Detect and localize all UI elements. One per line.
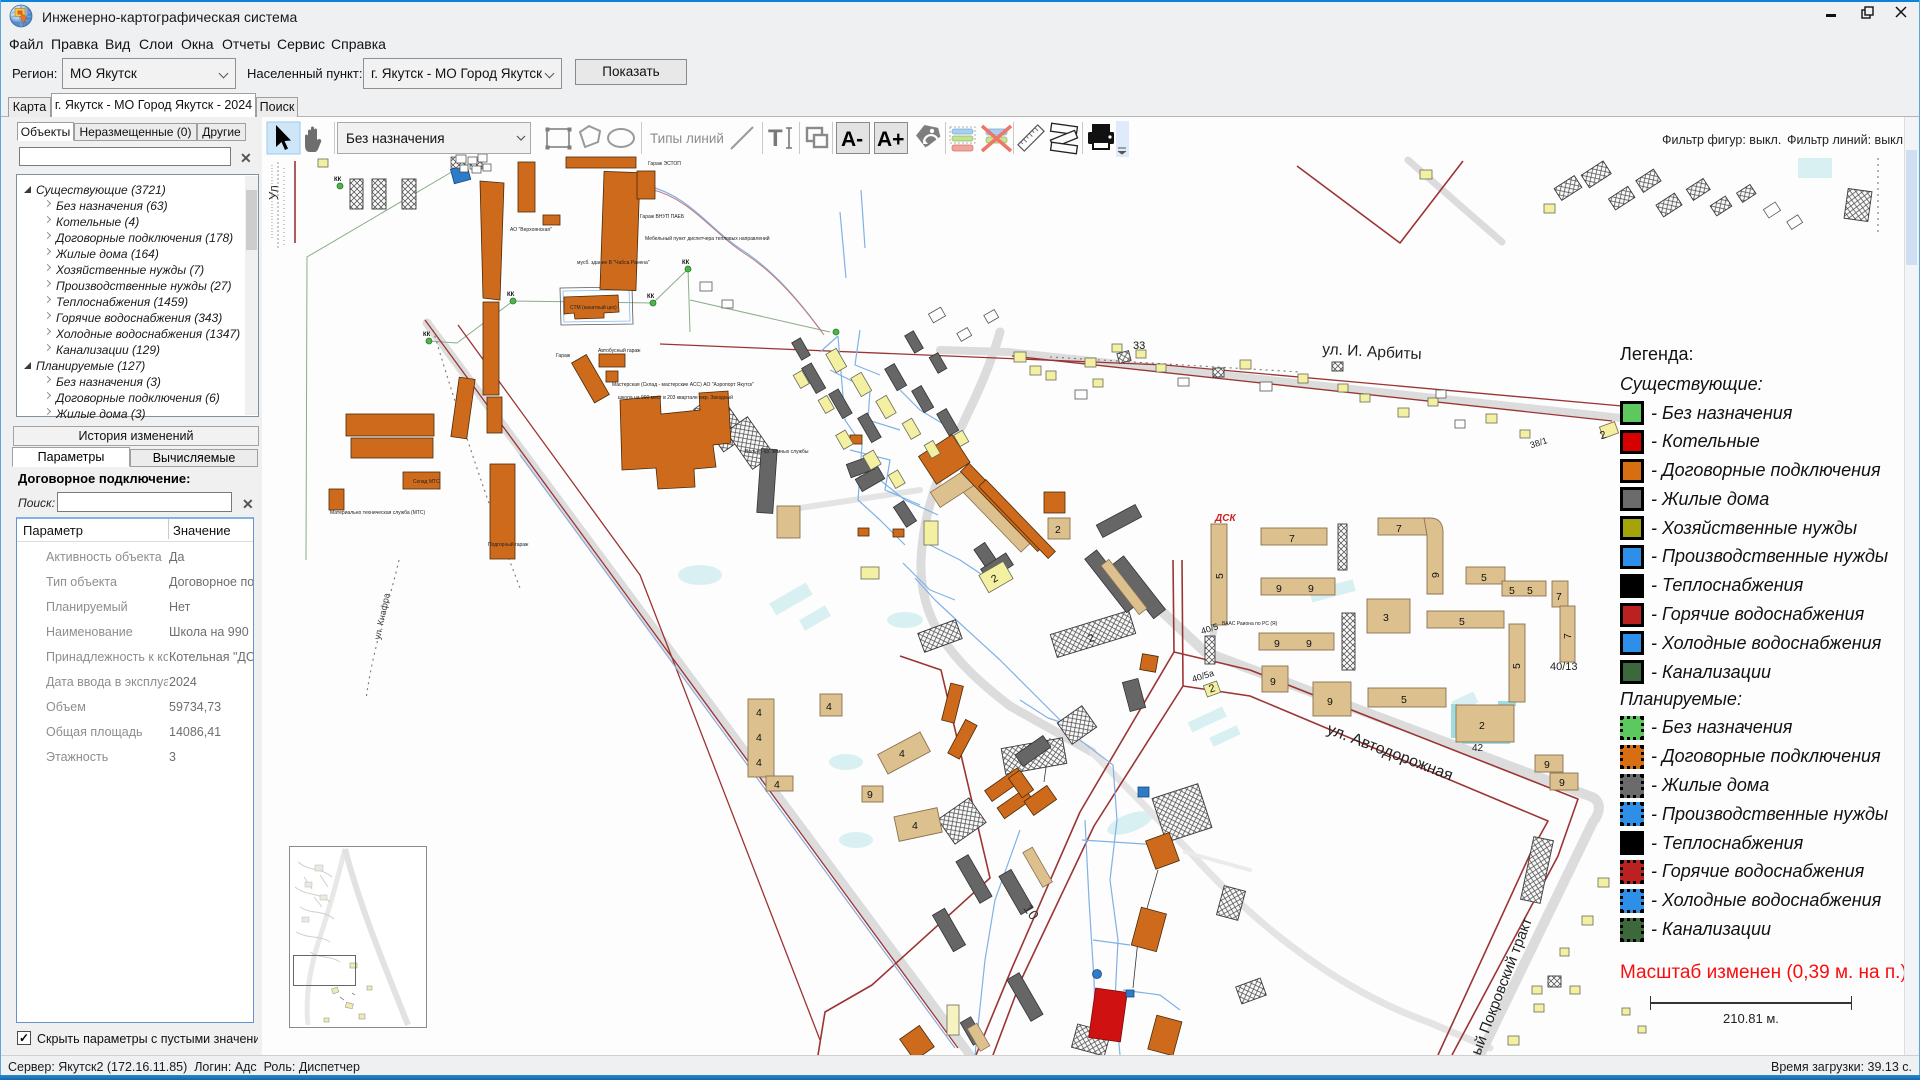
svg-text:5: 5 xyxy=(1481,572,1487,584)
svg-text:КК: КК xyxy=(507,292,515,298)
svg-text:школа на 990 мест в 203 кварта: школа на 990 мест в 203 квартале мкр. Зв… xyxy=(618,394,733,401)
svg-text:9: 9 xyxy=(867,789,873,801)
svg-text:Склад МТС: Склад МТС xyxy=(413,479,440,485)
svg-text:Подгорный гараж: Подгорный гараж xyxy=(488,541,529,548)
svg-text:4: 4 xyxy=(826,701,832,713)
svg-text:Мебельный пункт диспетчера теп: Мебельный пункт диспетчера тепловых напр… xyxy=(645,235,770,242)
svg-text:4: 4 xyxy=(756,732,762,744)
svg-text:ул. Автодорожная: ул. Автодорожная xyxy=(1325,721,1456,785)
svg-text:A-: A- xyxy=(841,128,863,151)
svg-text:9: 9 xyxy=(1306,638,1312,650)
svg-text:Автобусный гараж: Автобусный гараж xyxy=(598,347,641,354)
svg-text:9: 9 xyxy=(1430,572,1442,578)
svg-text:ДСК: ДСК xyxy=(1214,513,1236,524)
svg-text:9: 9 xyxy=(1274,638,1280,650)
svg-text:Ул: Ул xyxy=(266,185,281,200)
svg-text:9: 9 xyxy=(1544,759,1550,771)
svg-text:42: 42 xyxy=(1472,743,1484,754)
svg-text:40/13: 40/13 xyxy=(1550,661,1578,673)
svg-text:Типы линий: Типы линий xyxy=(650,131,724,146)
svg-text:7: 7 xyxy=(1289,533,1295,545)
svg-text:АО "Верхоянская": АО "Верхоянская" xyxy=(510,227,552,233)
svg-text:5: 5 xyxy=(1214,573,1226,579)
svg-text:33: 33 xyxy=(1133,340,1145,352)
svg-text:5: 5 xyxy=(1511,663,1523,669)
svg-text:Без назначения: Без назначения xyxy=(346,131,445,146)
svg-text:Мастерская (Склад - мастерские: Мастерская (Склад - мастерские АСС) АО "… xyxy=(612,382,754,388)
svg-text:5: 5 xyxy=(1509,585,1515,597)
svg-text:9: 9 xyxy=(1270,676,1276,688)
svg-text:5: 5 xyxy=(1527,585,1533,597)
svg-text:КК: КК xyxy=(647,294,655,300)
svg-text:4: 4 xyxy=(756,707,762,719)
svg-text:A+: A+ xyxy=(877,128,904,151)
svg-text:7: 7 xyxy=(1562,633,1574,639)
svg-text:9: 9 xyxy=(1276,583,1282,595)
svg-text:Гараж: Гараж xyxy=(556,353,571,359)
svg-text:7: 7 xyxy=(1556,591,1562,603)
svg-text:КК: КК xyxy=(423,332,431,338)
svg-text:Гараж ЭСТОП: Гараж ЭСТОП xyxy=(648,161,681,167)
svg-text:2: 2 xyxy=(1479,720,1485,732)
svg-text:T: T xyxy=(768,125,783,152)
svg-text:7: 7 xyxy=(1396,523,1402,535)
svg-text:Материально техническая служба: Материально техническая служба (МТС) xyxy=(330,510,426,516)
svg-text:4: 4 xyxy=(756,757,762,769)
svg-text:ВААС Раиона по РС (Я): ВААС Раиона по РС (Я) xyxy=(1222,621,1278,627)
svg-text:5: 5 xyxy=(1401,694,1407,706)
svg-text:КК: КК xyxy=(682,260,690,266)
svg-text:4: 4 xyxy=(774,779,780,791)
svg-text:4: 4 xyxy=(912,820,918,832)
svg-text:ул. Кнафра: ул. Кнафра xyxy=(372,592,392,640)
svg-text:ый Покровский тракт: ый Покровский тракт xyxy=(1468,915,1536,1055)
svg-text:5: 5 xyxy=(1459,616,1465,628)
svg-text:3: 3 xyxy=(1383,612,1389,624)
svg-text:Вольер Кр. земных службы: Вольер Кр. земных службы xyxy=(745,449,809,455)
svg-text:9: 9 xyxy=(1327,696,1333,708)
svg-text:38/1: 38/1 xyxy=(1529,435,1549,450)
svg-text:ул. И. Арбиты: ул. И. Арбиты xyxy=(1322,341,1422,363)
svg-text:4: 4 xyxy=(899,748,905,760)
svg-text:КК: КК xyxy=(334,177,342,183)
svg-text:Гараж ВНУП ПАЕБ: Гараж ВНУП ПАЕБ xyxy=(640,214,685,220)
svg-text:СТМ (канатный цех): СТМ (канатный цех) xyxy=(570,304,617,311)
svg-text:9: 9 xyxy=(1559,777,1565,789)
svg-text:мусб. здание В "Чабса Ранена": мусб. здание В "Чабса Ранена" xyxy=(577,260,650,266)
svg-text:2: 2 xyxy=(1055,524,1061,536)
svg-text:9: 9 xyxy=(1308,583,1314,595)
